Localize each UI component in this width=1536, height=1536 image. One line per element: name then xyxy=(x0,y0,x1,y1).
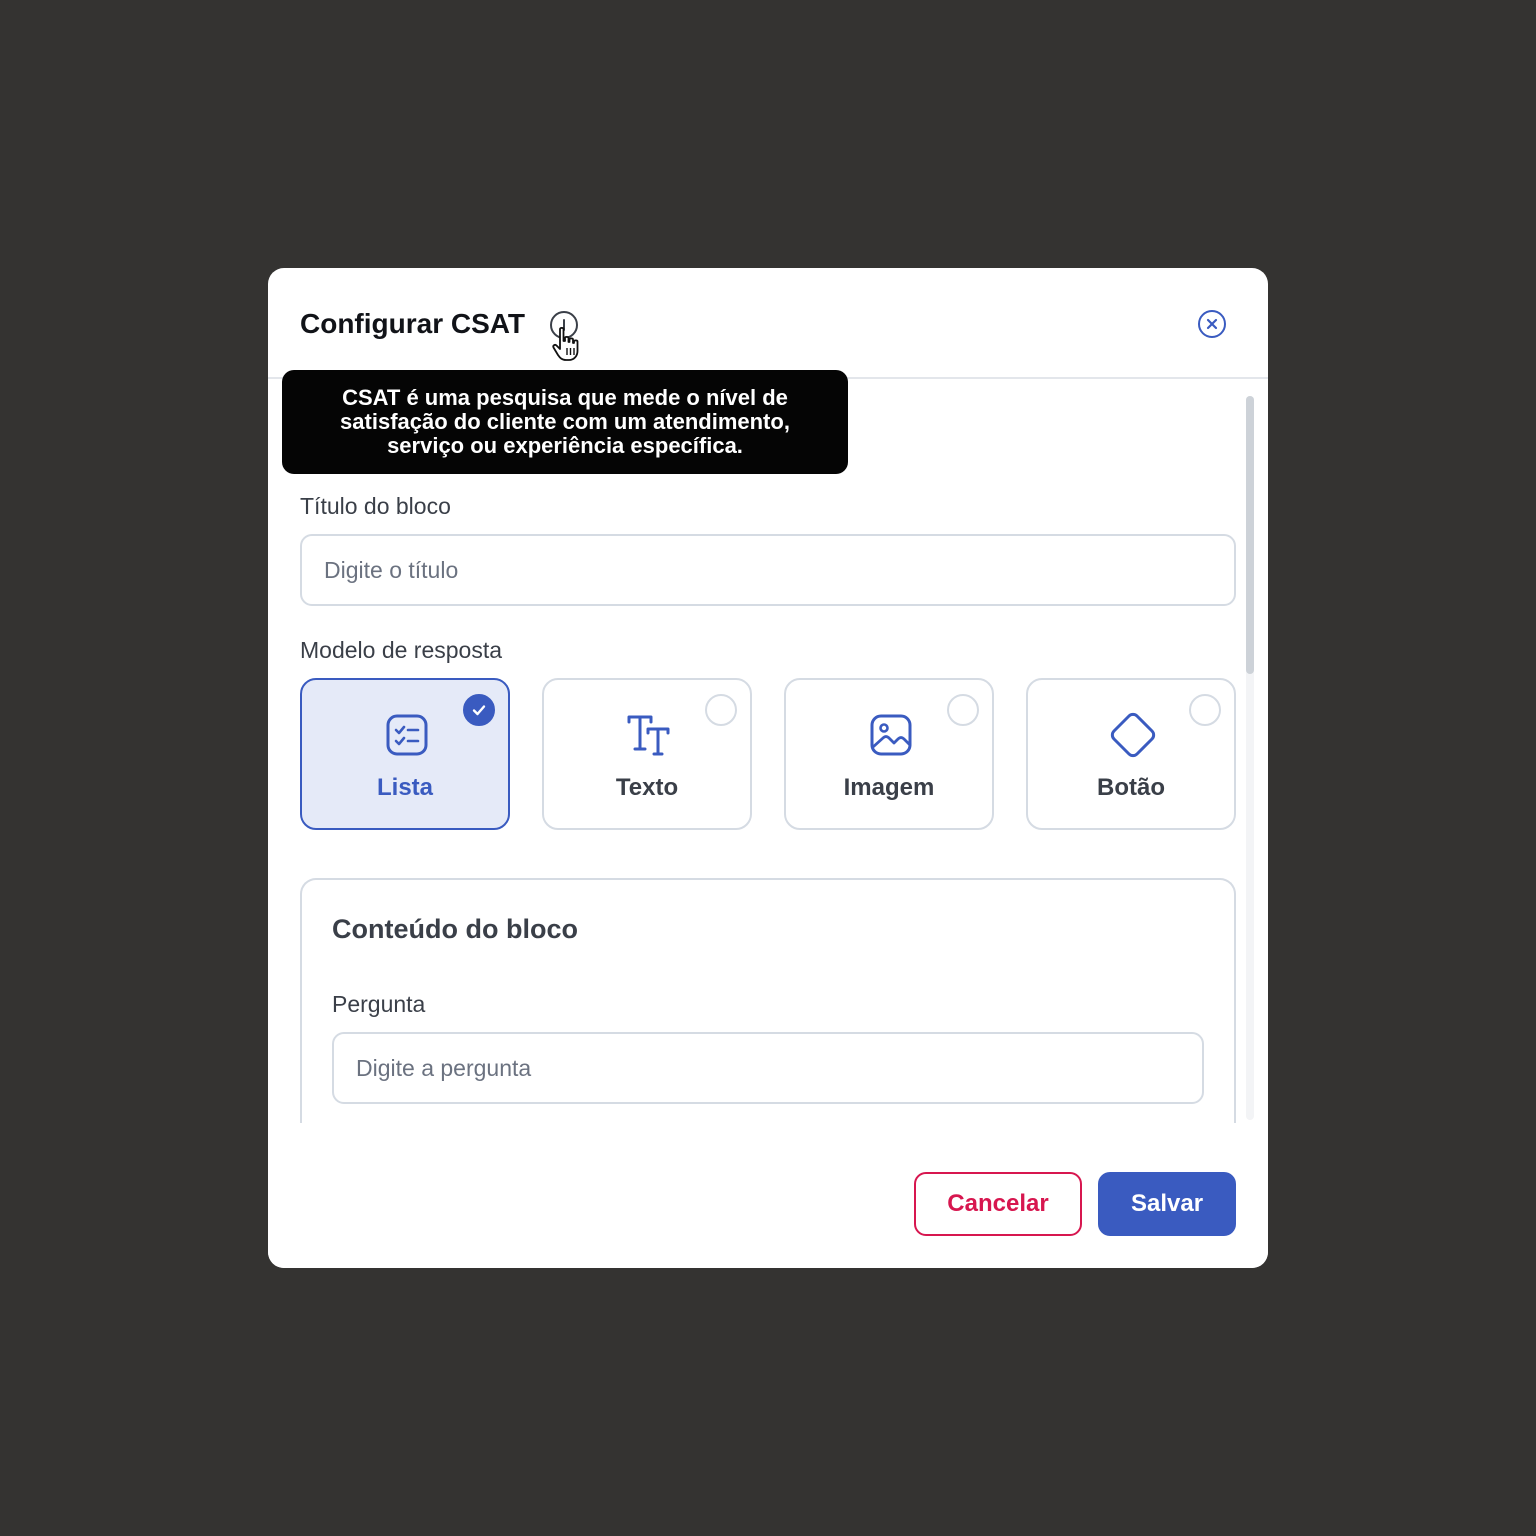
scrollbar-thumb[interactable] xyxy=(1246,396,1254,674)
cancel-button[interactable]: Cancelar xyxy=(914,1172,1082,1236)
question-label: Pergunta xyxy=(332,991,426,1017)
option-radio[interactable] xyxy=(947,694,979,726)
option-label: Botão xyxy=(1097,774,1165,801)
content-block-panel: Conteúdo do bloco Pergunta Digite a perg… xyxy=(300,878,1236,1138)
option-radio[interactable] xyxy=(705,694,737,726)
content-block-title: Conteúdo do bloco xyxy=(332,914,578,944)
text-type-icon xyxy=(625,711,673,759)
csat-config-modal: Configurar CSAT CSAT é uma pesquisa que … xyxy=(268,268,1268,1268)
modal-title: Configurar CSAT xyxy=(300,308,526,339)
tooltip-line: satisfação do cliente com um atendimento… xyxy=(340,409,790,434)
tooltip-line: serviço ou experiência específica. xyxy=(387,433,743,458)
option-card-lista[interactable]: Lista xyxy=(300,678,510,830)
diamond-button-icon xyxy=(1109,711,1157,759)
option-label: Lista xyxy=(376,774,433,801)
option-radio[interactable] xyxy=(1189,694,1221,726)
option-card-botao[interactable]: Botão xyxy=(1026,678,1236,830)
option-label: Imagem xyxy=(843,774,935,801)
option-label: Texto xyxy=(615,774,679,801)
hand-pointer-icon xyxy=(550,326,584,362)
tooltip-line: CSAT é uma pesquisa que mede o nível de xyxy=(342,385,788,410)
option-card-texto[interactable]: Texto xyxy=(542,678,752,830)
block-title-input[interactable]: Digite o título xyxy=(300,534,1236,606)
option-radio-checked[interactable] xyxy=(463,694,495,726)
response-model-label: Modelo de resposta xyxy=(300,637,503,663)
modal-header: Configurar CSAT xyxy=(268,268,1268,379)
block-title-label: Título do bloco xyxy=(300,493,451,519)
image-icon xyxy=(867,711,915,759)
save-button[interactable]: Salvar xyxy=(1098,1172,1236,1236)
check-icon xyxy=(472,705,486,716)
close-icon[interactable] xyxy=(1197,309,1227,339)
list-checks-icon xyxy=(383,711,431,759)
csat-info-tooltip: CSAT é uma pesquisa que mede o nível de … xyxy=(282,370,848,474)
question-input[interactable]: Digite a pergunta xyxy=(332,1032,1204,1104)
option-card-imagem[interactable]: Imagem xyxy=(784,678,994,830)
